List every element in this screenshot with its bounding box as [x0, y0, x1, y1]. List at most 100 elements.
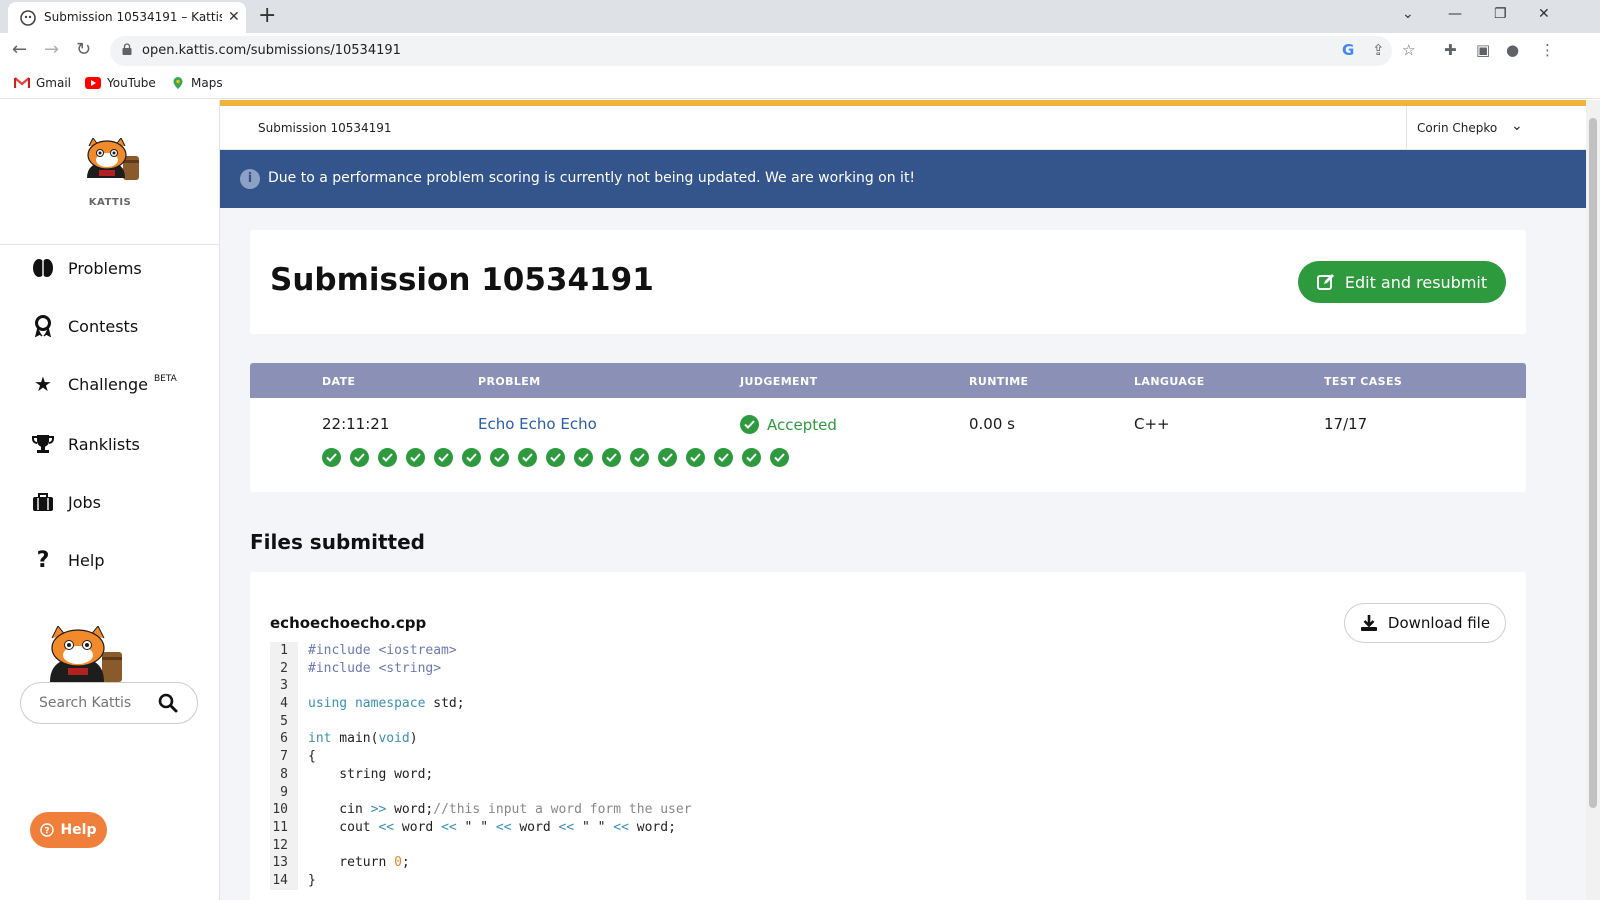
search-icon[interactable]: [157, 692, 179, 714]
test-case-passed-icon[interactable]: [462, 448, 481, 467]
menu-kebab-icon[interactable]: ⋮: [1540, 41, 1555, 59]
kattis-favicon-icon: [20, 10, 36, 26]
line-number: 14: [270, 871, 298, 890]
svg-text:?: ?: [45, 827, 50, 837]
bookmark-star-icon[interactable]: ☆: [1402, 41, 1415, 59]
line-number: 10: [270, 801, 298, 819]
test-case-passed-icon[interactable]: [714, 448, 733, 467]
notice-banner: i Due to a performance problem scoring i…: [220, 150, 1586, 208]
download-file-button[interactable]: Download file: [1344, 603, 1506, 643]
code-line: 2 #include <string>: [270, 659, 1506, 678]
sidebar-item-label: Help: [68, 550, 105, 570]
sidebar-item-help[interactable]: ? Help: [32, 547, 105, 573]
search-input[interactable]: [39, 695, 157, 711]
reload-icon[interactable]: ↻: [76, 39, 91, 60]
browser-tab[interactable]: Submission 10534191 – Kattis, Ka ✕: [8, 2, 246, 33]
brain-icon: [32, 257, 54, 279]
code-text: int main(void): [308, 731, 418, 747]
code-text: using namespace std;: [308, 696, 465, 712]
sidebar-divider: [0, 244, 220, 245]
cell-test-cases: 17/17: [1324, 415, 1368, 433]
maps-icon: [173, 77, 183, 89]
test-case-passed-icon[interactable]: [574, 448, 593, 467]
test-case-passed-icon[interactable]: [742, 448, 761, 467]
restore-icon[interactable]: ❐: [1494, 6, 1507, 22]
question-icon: ?: [36, 547, 50, 573]
minimize-icon[interactable]: —: [1448, 6, 1462, 22]
code-text: string word;: [308, 766, 434, 782]
test-case-results: [322, 448, 789, 467]
code-viewer: 1 #include <iostream> 2 #include <string> 3 4…: [270, 642, 1506, 890]
user-menu[interactable]: Corin Chepko ⌄: [1406, 106, 1586, 150]
profile-icon[interactable]: ●: [1506, 41, 1519, 59]
test-case-passed-icon[interactable]: [434, 448, 453, 467]
extensions-icon[interactable]: ✚: [1444, 41, 1457, 59]
page-scrollbar[interactable]: [1586, 100, 1600, 900]
code-text: }: [308, 872, 316, 888]
sidebar: KATTIS Problems Contests ★ Challenge BETA…: [0, 100, 220, 900]
cell-runtime: 0.00 s: [969, 415, 1015, 433]
sidebar-item-label: Problems: [68, 258, 142, 278]
tab-search-icon[interactable]: ⌄: [1402, 6, 1414, 22]
test-case-passed-icon[interactable]: [518, 448, 537, 467]
code-text: cin >> word;//this input a word form the…: [308, 802, 692, 818]
line-number: 2: [270, 659, 298, 678]
test-case-passed-icon[interactable]: [658, 448, 677, 467]
test-case-passed-icon[interactable]: [630, 448, 649, 467]
line-number: 1: [270, 642, 298, 660]
kattis-mascot-icon: [50, 626, 122, 682]
tab-close-icon[interactable]: ✕: [228, 9, 240, 25]
line-number: 3: [270, 677, 298, 696]
tab-title: Submission 10534191 – Kattis, Ka: [44, 10, 222, 24]
test-case-passed-icon[interactable]: [490, 448, 509, 467]
new-tab-icon[interactable]: +: [258, 3, 276, 28]
bookmarks-bar: Gmail YouTube Maps: [0, 69, 1600, 99]
lock-icon: [122, 43, 132, 55]
side-panel-icon[interactable]: ▣: [1476, 41, 1490, 59]
url-text: open.kattis.com/submissions/10534191: [142, 43, 401, 58]
line-number: 12: [270, 836, 298, 855]
test-case-passed-icon[interactable]: [350, 448, 369, 467]
youtube-icon: [85, 77, 101, 89]
line-number: 11: [270, 818, 298, 837]
code-line: 14}: [270, 871, 1506, 890]
sidebar-item-jobs[interactable]: Jobs: [32, 491, 101, 513]
line-number: 6: [270, 730, 298, 749]
test-case-passed-icon[interactable]: [602, 448, 621, 467]
challenge-label: Challenge: [68, 374, 148, 394]
bookmark-youtube[interactable]: YouTube: [85, 76, 156, 90]
test-case-passed-icon[interactable]: [546, 448, 565, 467]
forward-icon[interactable]: →: [44, 39, 59, 60]
google-lens-icon[interactable]: G: [1342, 41, 1354, 59]
files-heading: Files submitted: [250, 530, 425, 554]
download-icon: [1360, 615, 1377, 631]
sidebar-item-contests[interactable]: Contests: [32, 315, 138, 337]
back-icon[interactable]: ←: [12, 39, 27, 60]
sidebar-item-ranklists[interactable]: Ranklists: [32, 433, 140, 455]
problem-link[interactable]: Echo Echo Echo: [478, 415, 597, 433]
scrollbar-thumb[interactable]: [1589, 118, 1597, 808]
bookmark-gmail[interactable]: Gmail: [14, 76, 71, 90]
address-bar[interactable]: open.kattis.com/submissions/10534191 G ⇪…: [110, 36, 1415, 66]
share-icon[interactable]: ⇪: [1372, 41, 1385, 59]
help-widget-label: Help: [60, 822, 97, 838]
cell-date: 22:11:21: [322, 415, 390, 433]
edit-and-resubmit-button[interactable]: Edit and resubmit: [1298, 261, 1506, 303]
test-case-passed-icon[interactable]: [378, 448, 397, 467]
code-line: 1 #include <iostream>: [270, 642, 1506, 660]
bookmark-maps[interactable]: Maps: [171, 76, 223, 90]
test-case-passed-icon[interactable]: [686, 448, 705, 467]
kattis-logo[interactable]: [70, 137, 150, 190]
test-case-passed-icon[interactable]: [770, 448, 789, 467]
line-number: 8: [270, 765, 298, 784]
test-case-passed-icon[interactable]: [406, 448, 425, 467]
column-header-language: LANGUAGE: [1134, 375, 1205, 388]
help-widget-button[interactable]: ? Help: [30, 812, 107, 848]
window-close-icon[interactable]: ✕: [1538, 6, 1550, 22]
breadcrumb[interactable]: Submission 10534191: [258, 121, 392, 135]
sidebar-item-problems[interactable]: Problems: [32, 257, 142, 279]
sidebar-item-challenge[interactable]: ★ Challenge BETA: [32, 372, 177, 396]
test-case-passed-icon[interactable]: [322, 448, 341, 467]
